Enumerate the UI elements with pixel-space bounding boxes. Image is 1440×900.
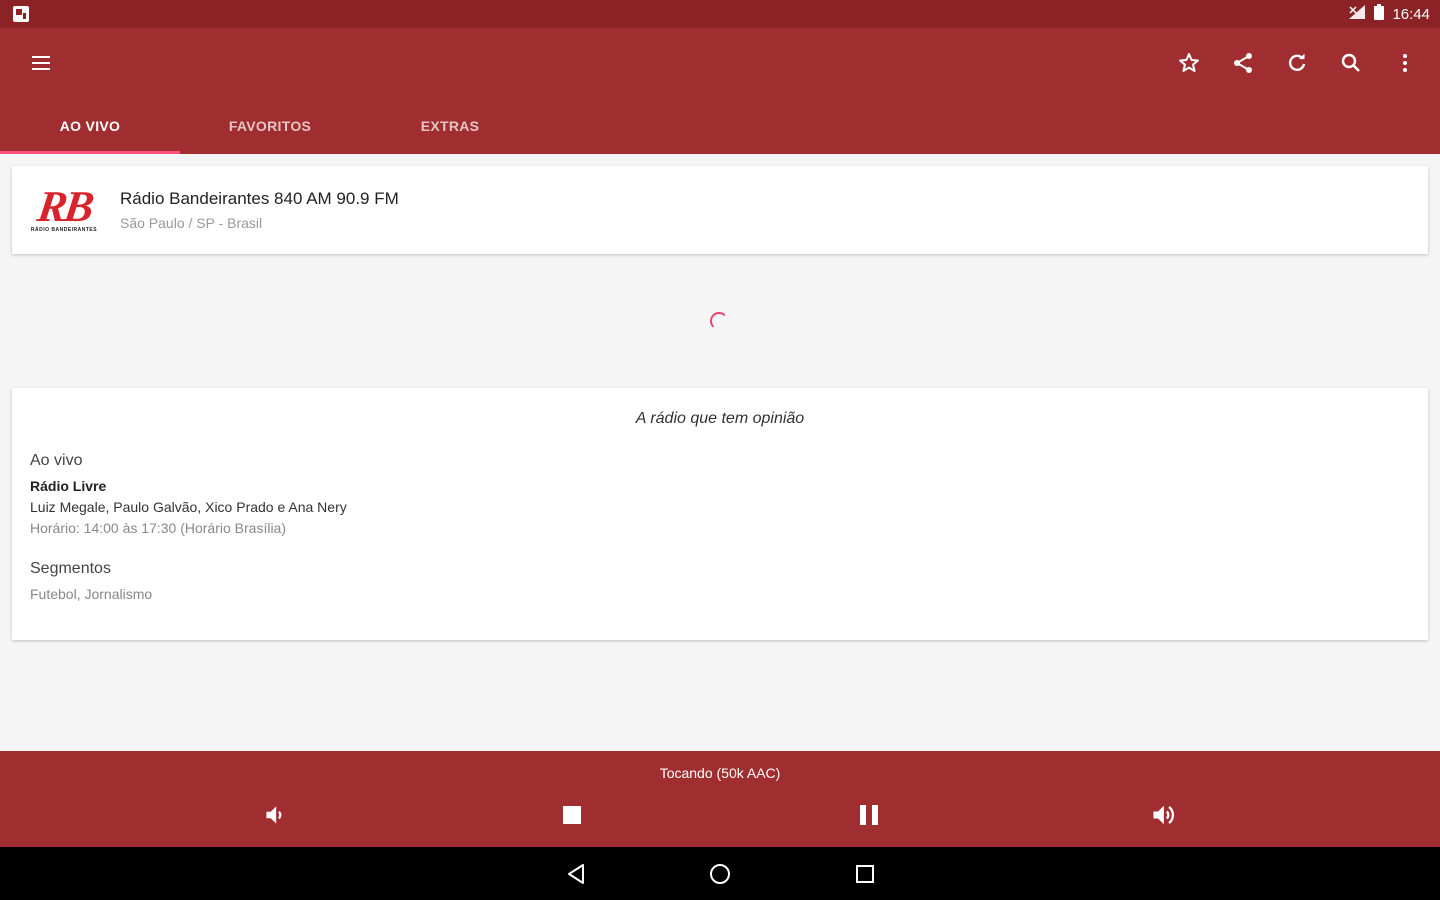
segments-title: Segmentos — [30, 560, 111, 577]
player-bar: Tocando (50k AAC) — [0, 751, 1440, 847]
station-logo: RB RÁDIO BANDEIRANTES — [16, 180, 112, 240]
program-hosts: Luiz Megale, Paulo Galvão, Xico Prado e … — [30, 499, 347, 515]
share-icon[interactable] — [1222, 42, 1264, 84]
search-icon[interactable] — [1330, 42, 1372, 84]
app-bar: AO VIVO FAVORITOS EXTRAS — [0, 28, 1440, 154]
notification-icon — [12, 5, 32, 23]
program-name: Rádio Livre — [30, 478, 107, 494]
segments-list: Futebol, Jornalismo — [30, 586, 153, 602]
program-info-card: A rádio que tem opinião Ao vivo Rádio Li… — [12, 388, 1428, 640]
pause-icon[interactable] — [849, 795, 889, 835]
menu-icon[interactable] — [20, 42, 62, 84]
player-status: Tocando (50k AAC) — [659, 765, 781, 781]
system-nav-bar — [0, 847, 1440, 900]
live-label: Ao vivo — [30, 452, 83, 469]
station-slogan: A rádio que tem opinião — [635, 410, 805, 427]
tab-ao-vivo[interactable]: AO VIVO — [0, 98, 180, 154]
back-icon[interactable] — [559, 857, 593, 891]
station-card[interactable]: RB RÁDIO BANDEIRANTES Rádio Bandeirantes… — [12, 166, 1428, 254]
toolbar — [0, 28, 1440, 98]
more-vert-icon[interactable] — [1384, 42, 1426, 84]
clock-text: 16:44 — [1392, 5, 1430, 23]
program-schedule: Horário: 14:00 às 17:30 (Horário Brasíli… — [30, 520, 287, 536]
signal-icon — [1348, 4, 1366, 24]
refresh-icon[interactable] — [1276, 42, 1318, 84]
recents-icon[interactable] — [848, 857, 882, 891]
tab-extras[interactable]: EXTRAS — [360, 98, 540, 154]
loading-spinner-icon — [710, 312, 728, 330]
tab-favoritos[interactable]: FAVORITOS — [180, 98, 360, 154]
station-name: Rádio Bandeirantes 840 AM 90.9 FM — [120, 189, 399, 208]
home-icon[interactable] — [703, 857, 737, 891]
station-location: São Paulo / SP - Brasil — [120, 215, 263, 231]
status-bar: 16:44 — [0, 0, 1440, 28]
logo-text: RB — [34, 182, 94, 231]
stop-icon[interactable] — [552, 795, 592, 835]
tab-bar: AO VIVO FAVORITOS EXTRAS — [0, 98, 540, 154]
star-icon[interactable] — [1168, 42, 1210, 84]
volume-up-icon[interactable] — [1145, 795, 1185, 835]
battery-icon — [1374, 4, 1385, 24]
volume-down-icon[interactable] — [254, 795, 294, 835]
